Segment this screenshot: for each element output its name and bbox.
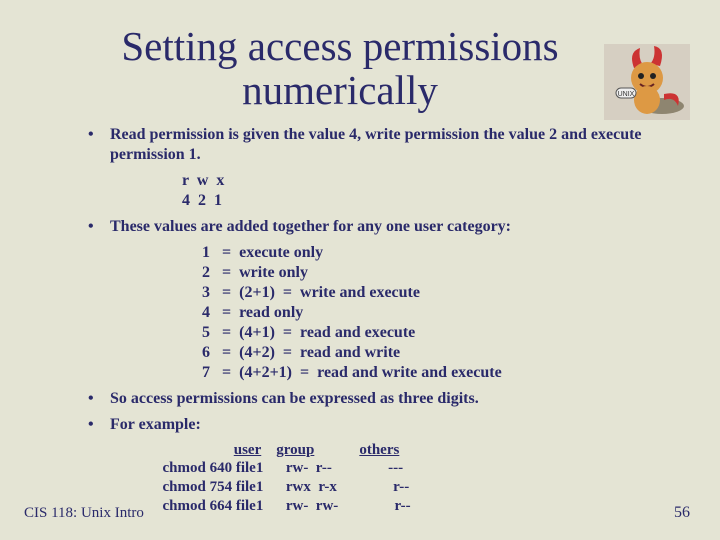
chmod-row: chmod 664 file1 rw- rw- r--: [110, 497, 680, 516]
svg-text:UNIX: UNIX: [618, 91, 635, 98]
chmod-example-block: user group others chmod 640 file1 rw- r-…: [110, 441, 680, 516]
bullet-1: Read permission is given the value 4, wr…: [110, 125, 680, 165]
bsd-daemon-icon: UNIX: [604, 44, 690, 120]
slide-body: Read permission is given the value 4, wr…: [0, 125, 720, 516]
col-others: others: [359, 441, 399, 460]
perm-row: 1 = execute only: [202, 243, 680, 263]
perm-row: 3 = (2+1) = write and execute: [202, 283, 680, 303]
slide-number: 56: [674, 504, 690, 522]
bullet-2: These values are added together for any …: [110, 217, 680, 237]
col-user: user: [234, 441, 262, 460]
rwx-numbers: 4 2 1: [182, 191, 680, 211]
chmod-row: chmod 754 file1 rwx r-x r--: [110, 478, 680, 497]
perm-row: 7 = (4+2+1) = read and write and execute: [202, 363, 680, 383]
perm-row: 4 = read only: [202, 303, 680, 323]
perm-row: 6 = (4+2) = read and write: [202, 343, 680, 363]
chmod-row: chmod 640 file1 rw- r-- ---: [110, 459, 680, 478]
perm-row: 2 = write only: [202, 263, 680, 283]
bullet-4: For example:: [110, 415, 680, 435]
col-group: group: [276, 441, 314, 460]
perm-row: 5 = (4+1) = read and execute: [202, 323, 680, 343]
bullet-3: So access permissions can be expressed a…: [110, 389, 680, 409]
rwx-letters: r w x: [182, 171, 680, 191]
permission-mapping-table: 1 = execute only 2 = write only 3 = (2+1…: [202, 243, 680, 383]
rwx-values: r w x 4 2 1: [182, 171, 680, 211]
course-label: CIS 118: Unix Intro: [24, 505, 144, 522]
